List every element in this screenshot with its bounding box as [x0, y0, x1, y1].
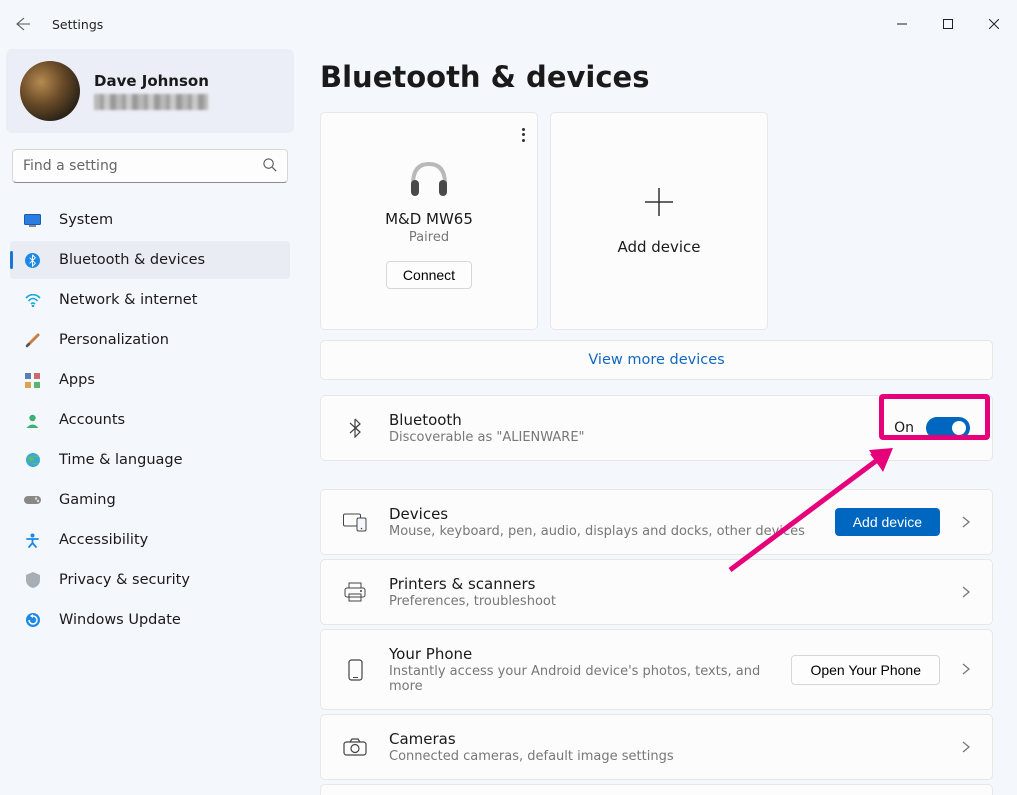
- search-placeholder: Find a setting: [23, 158, 118, 174]
- open-phone-button[interactable]: Open Your Phone: [791, 655, 940, 685]
- search-input[interactable]: Find a setting: [12, 149, 288, 183]
- nav-time-language[interactable]: Time & language: [10, 441, 290, 479]
- cameras-title: Cameras: [389, 730, 940, 748]
- minimize-button[interactable]: [879, 8, 925, 40]
- window-controls: [879, 8, 1017, 40]
- page-title: Bluetooth & devices: [320, 60, 993, 94]
- profile-email-redacted: [94, 94, 208, 110]
- apps-icon: [24, 372, 41, 389]
- main-content: Bluetooth & devices M&D MW65 Paired Conn…: [300, 48, 1017, 795]
- view-more-label: View more devices: [588, 352, 724, 368]
- nav-label: Time & language: [59, 452, 183, 468]
- avatar: [20, 61, 80, 121]
- printers-icon: [343, 582, 367, 602]
- window-title: Settings: [52, 17, 103, 32]
- nav-label: Windows Update: [59, 612, 181, 628]
- phone-icon: [343, 659, 367, 681]
- add-device-label: Add device: [617, 238, 700, 256]
- titlebar: Settings: [0, 0, 1017, 48]
- nav-label: Bluetooth & devices: [59, 252, 205, 268]
- search-icon: [262, 157, 277, 176]
- nav-windows-update[interactable]: Windows Update: [10, 601, 290, 639]
- nav-label: Personalization: [59, 332, 169, 348]
- devices-title: Devices: [389, 505, 813, 523]
- add-device-card[interactable]: Add device: [550, 112, 768, 330]
- mouse-row[interactable]: Mouse: [320, 784, 993, 795]
- nav-privacy[interactable]: Privacy & security: [10, 561, 290, 599]
- printers-title: Printers & scanners: [389, 575, 940, 593]
- profile-card[interactable]: Dave Johnson: [6, 49, 294, 133]
- person-icon: [24, 412, 41, 429]
- nav-accounts[interactable]: Accounts: [10, 401, 290, 439]
- nav-label: Gaming: [59, 492, 116, 508]
- nav-label: Accessibility: [59, 532, 148, 548]
- globe-icon: [24, 452, 41, 469]
- nav-system[interactable]: System: [10, 201, 290, 239]
- nav-label: Apps: [59, 372, 95, 388]
- nav-label: Network & internet: [59, 292, 197, 308]
- gamepad-icon: [24, 492, 41, 509]
- bluetooth-sub: Discoverable as "ALIENWARE": [389, 430, 872, 445]
- cameras-icon: [343, 738, 367, 756]
- sidebar: Dave Johnson Find a setting System Bluet…: [0, 48, 300, 795]
- bluetooth-title: Bluetooth: [389, 411, 872, 429]
- nav-label: System: [59, 212, 113, 228]
- nav-accessibility[interactable]: Accessibility: [10, 521, 290, 559]
- chevron-right-icon: [962, 738, 970, 757]
- bluetooth-row: Bluetooth Discoverable as "ALIENWARE" On: [320, 395, 993, 461]
- bluetooth-toggle[interactable]: [926, 417, 970, 439]
- plus-icon: [643, 186, 675, 218]
- chevron-right-icon: [962, 513, 970, 532]
- card-menu-button[interactable]: [522, 125, 525, 144]
- chevron-right-icon: [962, 583, 970, 602]
- nav-personalization[interactable]: Personalization: [10, 321, 290, 359]
- cameras-sub: Connected cameras, default image setting…: [389, 749, 940, 764]
- close-button[interactable]: [971, 8, 1017, 40]
- view-more-devices[interactable]: View more devices: [320, 340, 993, 380]
- headphones-icon: [405, 154, 453, 202]
- nav-label: Privacy & security: [59, 572, 190, 588]
- device-status: Paired: [409, 230, 449, 245]
- bluetooth-row-icon: [343, 418, 367, 438]
- nav: System Bluetooth & devices Network & int…: [6, 201, 294, 639]
- system-icon: [24, 212, 41, 229]
- printers-sub: Preferences, troubleshoot: [389, 594, 940, 609]
- chevron-right-icon: [962, 660, 970, 679]
- maximize-button[interactable]: [925, 8, 971, 40]
- cameras-row[interactable]: Cameras Connected cameras, default image…: [320, 714, 993, 780]
- phone-title: Your Phone: [389, 645, 769, 663]
- nav-bluetooth-devices[interactable]: Bluetooth & devices: [10, 241, 290, 279]
- device-name: M&D MW65: [385, 210, 473, 228]
- back-button[interactable]: [14, 16, 30, 32]
- bluetooth-icon: [24, 252, 41, 269]
- toggle-state-label: On: [894, 420, 914, 436]
- nav-apps[interactable]: Apps: [10, 361, 290, 399]
- update-icon: [24, 612, 41, 629]
- phone-row[interactable]: Your Phone Instantly access your Android…: [320, 629, 993, 710]
- devices-icon: [343, 512, 367, 532]
- device-card[interactable]: M&D MW65 Paired Connect: [320, 112, 538, 330]
- profile-name: Dave Johnson: [94, 72, 209, 90]
- shield-icon: [24, 572, 41, 589]
- phone-sub: Instantly access your Android device's p…: [389, 664, 769, 694]
- printers-row[interactable]: Printers & scanners Preferences, trouble…: [320, 559, 993, 625]
- connect-button[interactable]: Connect: [386, 261, 472, 289]
- add-device-button[interactable]: Add device: [835, 508, 940, 536]
- accessibility-icon: [24, 532, 41, 549]
- devices-sub: Mouse, keyboard, pen, audio, displays an…: [389, 524, 813, 539]
- wifi-icon: [24, 292, 41, 309]
- nav-gaming[interactable]: Gaming: [10, 481, 290, 519]
- devices-row[interactable]: Devices Mouse, keyboard, pen, audio, dis…: [320, 489, 993, 555]
- nav-network[interactable]: Network & internet: [10, 281, 290, 319]
- nav-label: Accounts: [59, 412, 125, 428]
- brush-icon: [24, 332, 41, 349]
